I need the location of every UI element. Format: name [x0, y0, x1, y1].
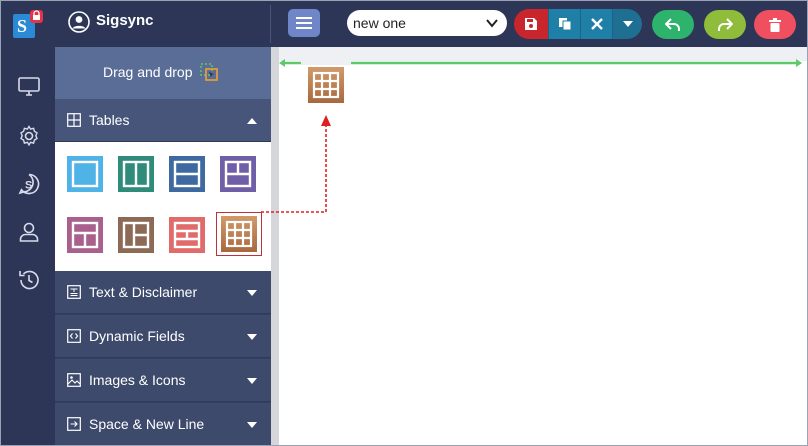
redo-button[interactable] [704, 10, 746, 39]
user-circle-icon[interactable] [68, 11, 90, 33]
caret-down-icon [622, 21, 633, 27]
svg-text:S: S [25, 180, 32, 192]
undo-button[interactable] [652, 10, 694, 39]
drag-and-drop-label: Drag and drop [103, 64, 193, 80]
monitor-icon[interactable] [17, 74, 41, 98]
close-icon [590, 18, 603, 30]
section-text-disclaimer-label: Text & Disclaimer [89, 284, 198, 300]
copy-icon [558, 18, 571, 31]
section-dynamic-fields[interactable]: Dynamic Fields [55, 315, 271, 358]
delete-button[interactable] [754, 10, 796, 39]
top-bar: S Sigsync new one [1, 1, 807, 47]
menu-button[interactable] [288, 9, 320, 37]
section-space-new-line-label: Space & New Line [89, 416, 205, 432]
user-icon[interactable] [17, 220, 41, 244]
close-button[interactable] [580, 9, 612, 39]
caret-down-icon [247, 290, 257, 296]
sigsync-logo-icon[interactable]: S [13, 10, 43, 38]
signature-canvas[interactable] [279, 61, 807, 445]
app-title: Sigsync [96, 12, 154, 29]
gear-icon[interactable] [17, 124, 41, 148]
section-text-disclaimer[interactable]: Text & Disclaimer [55, 271, 271, 314]
newline-icon [67, 417, 81, 431]
dropped-table-grid-3x3[interactable] [308, 67, 344, 103]
sigsync-s-icon[interactable]: S [17, 172, 41, 196]
undo-icon [665, 17, 680, 31]
save-button[interactable] [514, 9, 548, 39]
elements-panel: Drag and drop Tables Text & Disclaimer D… [55, 47, 271, 445]
left-rail: S [1, 47, 55, 445]
table-layout-left-column-right-split[interactable] [118, 217, 154, 253]
section-dynamic-fields-label: Dynamic Fields [89, 328, 185, 344]
svg-text:S: S [17, 16, 27, 36]
drag-select-icon [200, 63, 218, 81]
signature-actions [514, 9, 642, 39]
section-tables[interactable]: Tables [55, 99, 271, 142]
redo-icon [718, 17, 733, 31]
caret-down-icon [247, 422, 257, 428]
more-actions-dropdown[interactable] [612, 9, 642, 39]
caret-down-icon [247, 334, 257, 340]
chevron-down-icon [486, 19, 498, 28]
hamburger-icon [296, 17, 312, 29]
table-layout-two-columns[interactable] [118, 156, 154, 192]
drag-and-drop-header: Drag and drop [55, 47, 271, 99]
section-images-icons-label: Images & Icons [89, 372, 186, 388]
table-layout-top-row-two-bottom[interactable] [220, 156, 256, 192]
image-icon [67, 373, 81, 387]
section-tables-label: Tables [89, 112, 130, 128]
save-icon [525, 18, 537, 30]
copy-button[interactable] [548, 9, 580, 39]
table-layout-three-rows-split[interactable] [169, 217, 205, 253]
section-space-new-line[interactable]: Space & New Line [55, 403, 271, 445]
canvas-ruler [279, 47, 807, 61]
panel-scrollbar[interactable] [271, 47, 279, 445]
signature-select[interactable]: new one [347, 10, 507, 36]
header-divider [270, 5, 271, 43]
sigsync-editor: S Sigsync new one S Drag and drop Tables… [0, 0, 808, 446]
table-icon [67, 113, 81, 127]
code-icon [67, 329, 81, 343]
section-images-icons[interactable]: Images & Icons [55, 359, 271, 402]
trash-icon [769, 17, 781, 32]
history-icon[interactable] [17, 268, 41, 292]
table-layouts [55, 142, 271, 271]
table-layout-two-top-one-bottom[interactable] [67, 217, 103, 253]
text-icon [67, 285, 81, 299]
table-layout-grid-3x3[interactable] [221, 216, 257, 252]
caret-up-icon [247, 118, 257, 124]
table-layout-two-rows[interactable] [169, 156, 205, 192]
caret-down-icon [247, 378, 257, 384]
signature-select-value: new one [353, 15, 406, 31]
table-layout-single-cell[interactable] [67, 156, 103, 192]
